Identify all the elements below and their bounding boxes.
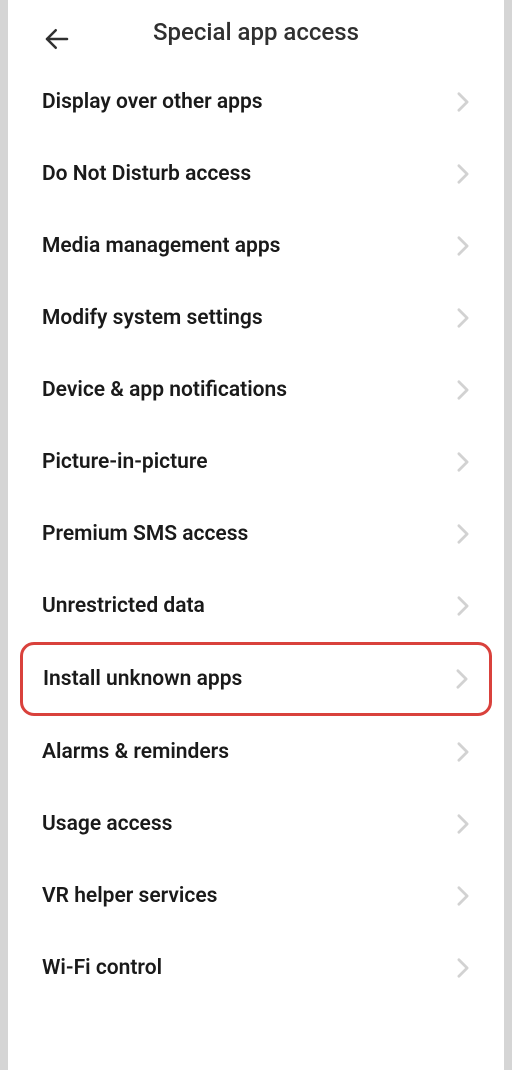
list-item[interactable]: VR helper services [8, 860, 504, 932]
chevron-right-icon [456, 957, 470, 979]
item-label: Install unknown apps [43, 667, 242, 691]
item-label: Display over other apps [42, 90, 263, 114]
arrow-left-icon [42, 24, 72, 54]
chevron-right-icon [456, 307, 470, 329]
chevron-right-icon [456, 235, 470, 257]
chevron-right-icon [455, 668, 469, 690]
back-button[interactable] [42, 24, 72, 54]
list-item[interactable]: Media management apps [8, 210, 504, 282]
list-item[interactable]: Do Not Disturb access [8, 138, 504, 210]
list-item[interactable]: Device & app notifications [8, 354, 504, 426]
chevron-right-icon [456, 163, 470, 185]
item-label: VR helper services [42, 884, 217, 908]
item-label: Modify system settings [42, 306, 263, 330]
item-label: Do Not Disturb access [42, 162, 251, 186]
chevron-right-icon [456, 91, 470, 113]
chevron-right-icon [456, 813, 470, 835]
item-label: Unrestricted data [42, 594, 205, 618]
list-item[interactable]: Wi-Fi control [8, 932, 504, 1004]
page-title: Special app access [28, 18, 484, 46]
chevron-right-icon [456, 595, 470, 617]
item-label: Premium SMS access [42, 522, 248, 546]
list-item[interactable]: Display over other apps [8, 66, 504, 138]
list-item[interactable]: Usage access [8, 788, 504, 860]
item-label: Picture-in-picture [42, 450, 208, 474]
item-label: Alarms & reminders [42, 740, 229, 764]
item-label: Usage access [42, 812, 172, 836]
settings-list: Display over other apps Do Not Disturb ac… [8, 66, 504, 1004]
chevron-right-icon [456, 523, 470, 545]
list-item[interactable]: Picture-in-picture [8, 426, 504, 498]
list-item[interactable]: Alarms & reminders [8, 716, 504, 788]
list-item[interactable]: Unrestricted data [8, 570, 504, 642]
item-label: Media management apps [42, 234, 280, 258]
chevron-right-icon [456, 885, 470, 907]
list-item[interactable]: Install unknown apps [20, 642, 492, 716]
chevron-right-icon [456, 741, 470, 763]
item-label: Wi-Fi control [42, 956, 162, 980]
item-label: Device & app notifications [42, 378, 287, 402]
header: Special app access [8, 0, 504, 66]
settings-screen: Special app access Display over other ap… [8, 0, 504, 1070]
list-item[interactable]: Premium SMS access [8, 498, 504, 570]
list-item[interactable]: Modify system settings [8, 282, 504, 354]
chevron-right-icon [456, 451, 470, 473]
chevron-right-icon [456, 379, 470, 401]
